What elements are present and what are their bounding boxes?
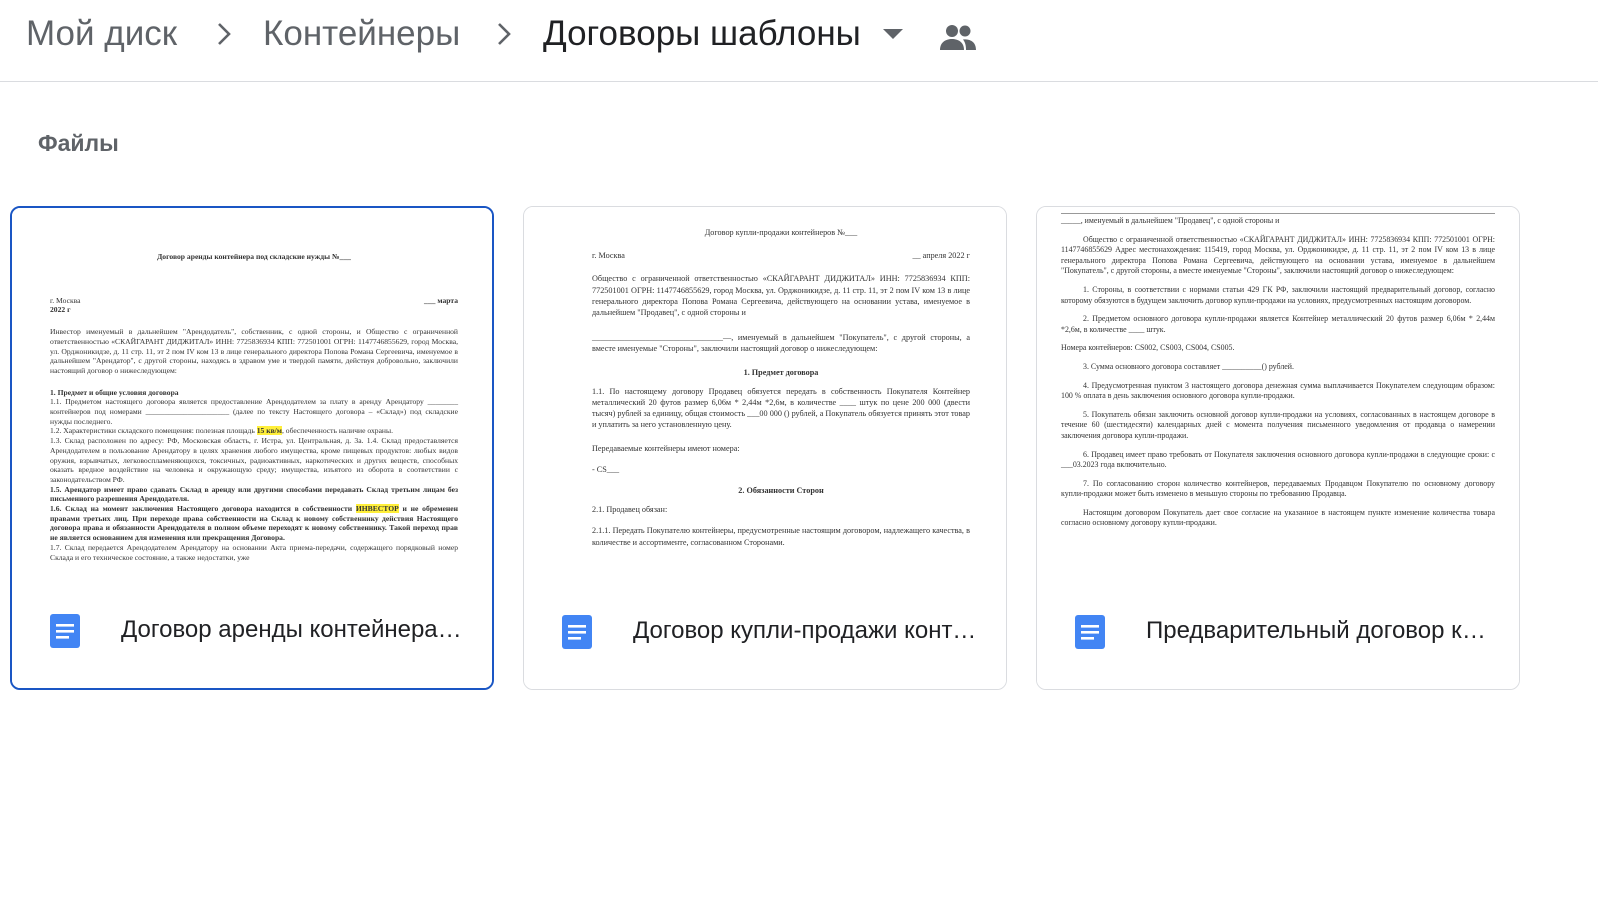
preview-paragraph: 1.7. Склад передается Арендодателем Арен…: [50, 542, 458, 562]
section-title-files: Файлы: [38, 130, 119, 156]
file-card[interactable]: _____, именуемый в дальнейшем "Продавец"…: [1036, 206, 1520, 690]
preview-city: г. Москва: [50, 295, 81, 305]
preview-paragraph: ________________________________—, имену…: [592, 333, 970, 354]
dropdown-arrow-icon[interactable]: [880, 26, 906, 42]
preview-paragraph: Инвестор именуемый в дальнейшем "Арендод…: [50, 327, 458, 375]
highlighted-text: 15 кв/м: [256, 426, 282, 436]
document-preview: Договор аренды контейнера под складские …: [50, 246, 458, 562]
preview-paragraph: 1.1. Предметом настоящего договора являе…: [50, 397, 458, 426]
preview-paragraph: Настоящим договором Покупатель дает свое…: [1061, 507, 1495, 528]
preview-paragraph: 5. Покупатель обязан заключить основной …: [1061, 409, 1495, 440]
preview-paragraph: 6. Продавец имеет право требовать от Пок…: [1061, 449, 1495, 470]
chevron-right-icon: [218, 23, 231, 45]
shared-people-icon[interactable]: [938, 20, 978, 54]
preview-paragraph: 1.2. Характеристики складского помещения…: [50, 426, 393, 436]
preview-paragraph: 2. Предметом основного договора купли-пр…: [1061, 314, 1495, 334]
breadcrumb-containers[interactable]: Контейнеры: [263, 14, 460, 54]
preview-paragraph: - CS___: [592, 464, 620, 474]
file-name[interactable]: Договор купли-продажи контейнеров: [633, 615, 978, 647]
breadcrumb-my-drive[interactable]: Мой диск: [26, 14, 177, 54]
preview-paragraph: Общество с ограниченной ответственностью…: [592, 274, 970, 318]
preview-paragraph: Номера контейнеров: CS002, CS003, CS004,…: [1061, 343, 1235, 353]
preview-paragraph: _____, именуемый в дальнейшем "Продавец"…: [1061, 213, 1495, 227]
preview-title: Договор купли-продажи контейнеров №___: [704, 228, 858, 237]
document-preview: Договор купли-продажи контейнеров №___ г…: [592, 227, 970, 553]
google-docs-icon: [562, 615, 592, 649]
preview-paragraph: 1.5. Арендатор имеет право сдавать Склад…: [50, 484, 458, 504]
preview-heading: 1. Предмет договора: [743, 367, 819, 377]
preview-paragraph: Общество с ограниченной ответственностью…: [1061, 234, 1495, 276]
file-card-footer: Предварительный договор купли-продажи: [1037, 595, 1519, 689]
preview-place-date: г. Москва __ апреля 2022 г: [592, 250, 970, 261]
preview-date: ___ марта: [424, 295, 458, 305]
breadcrumb-current-folder[interactable]: Договоры шаблоны: [543, 14, 861, 54]
preview-paragraph: 1.1. По настоящему договору Продавец обя…: [592, 386, 970, 430]
file-card-footer: Договор аренды контейнера под складские …: [12, 594, 492, 688]
highlighted-text: ИНВЕСТОР: [355, 504, 399, 514]
preview-heading: 2. Обязанности Сторон: [738, 486, 824, 496]
google-docs-icon: [1075, 615, 1105, 649]
preview-year: 2022 г: [50, 305, 71, 315]
file-card[interactable]: Договор купли-продажи контейнеров №___ г…: [523, 206, 1007, 690]
file-thumbnail: _____, именуемый в дальнейшем "Продавец"…: [1037, 207, 1519, 597]
preview-paragraph: 1.6. Склад на момент заключения Настояще…: [50, 504, 459, 543]
breadcrumb: Мой диск Контейнеры Договоры шаблоны: [0, 0, 1598, 82]
preview-place-date: г. Москва ___ марта: [50, 296, 458, 306]
preview-paragraph: 7. По согласованию сторон количество кон…: [1061, 478, 1495, 499]
file-thumbnail: Договор аренды контейнера под складские …: [12, 208, 492, 598]
preview-paragraph: 4. Предусмотренная пунктом 3 настоящего …: [1061, 380, 1495, 401]
preview-paragraph: 1.3. Склад расположен по адресу: РФ, Мос…: [50, 436, 458, 484]
preview-paragraph: Передаваемые контейнеры имеют номера:: [592, 443, 740, 453]
preview-city: г. Москва: [592, 251, 625, 261]
file-name[interactable]: Договор аренды контейнера под складские …: [121, 614, 466, 646]
file-thumbnail: Договор купли-продажи контейнеров №___ г…: [524, 207, 1006, 597]
file-card-footer: Договор купли-продажи контейнеров: [524, 595, 1006, 689]
preview-paragraph: 2.1. Продавец обязан:: [592, 505, 668, 515]
file-card[interactable]: Договор аренды контейнера под складские …: [10, 206, 494, 690]
preview-paragraph: 1. Стороны, в соответствии с нормами ста…: [1061, 284, 1495, 305]
preview-heading: 1. Предмет и общие условия договора: [50, 387, 179, 397]
preview-paragraph: 3. Сумма основного договора составляет _…: [1083, 361, 1294, 371]
preview-title: Договор аренды контейнера под складские …: [157, 252, 351, 261]
preview-paragraph: 2.1.1. Передать Покупателю контейнеры, п…: [592, 526, 970, 547]
chevron-right-icon: [498, 23, 511, 45]
preview-date: __ апреля 2022 г: [912, 251, 970, 261]
google-docs-icon: [50, 614, 80, 648]
file-name[interactable]: Предварительный договор купли-продажи: [1146, 615, 1491, 647]
document-preview: _____, именуемый в дальнейшем "Продавец"…: [1061, 213, 1495, 537]
